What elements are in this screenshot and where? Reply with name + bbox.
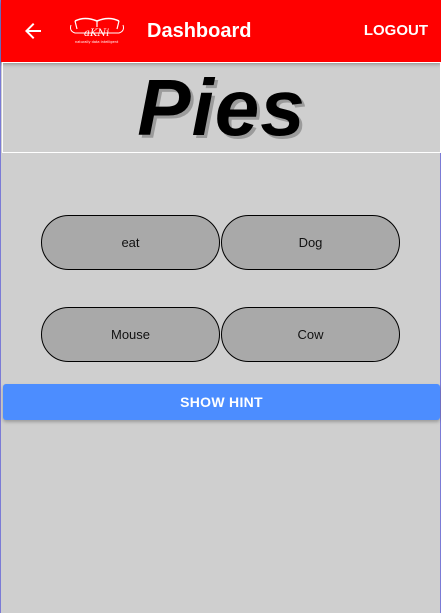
answer-option-button[interactable]: Mouse bbox=[41, 307, 220, 362]
page-title: Dashboard bbox=[147, 20, 252, 42]
logout-button[interactable]: LOGOUT bbox=[364, 22, 428, 40]
logo-icon: aKNi naturally data intelligent bbox=[70, 17, 124, 44]
svg-text:naturally data intelligent: naturally data intelligent bbox=[75, 40, 119, 44]
quiz-word-box: Pies bbox=[2, 62, 441, 153]
arrow-left-icon[interactable] bbox=[21, 19, 45, 43]
quiz-word: Pies bbox=[137, 62, 306, 152]
answer-option-button[interactable]: eat bbox=[41, 215, 220, 270]
show-hint-button[interactable]: SHOW HINT bbox=[3, 384, 440, 420]
svg-text:aKNi: aKNi bbox=[84, 28, 109, 39]
answer-option-button[interactable]: Dog bbox=[221, 215, 400, 270]
app-bar: aKNi naturally data intelligent Dashboar… bbox=[1, 0, 441, 62]
answer-option-button[interactable]: Cow bbox=[221, 307, 400, 362]
